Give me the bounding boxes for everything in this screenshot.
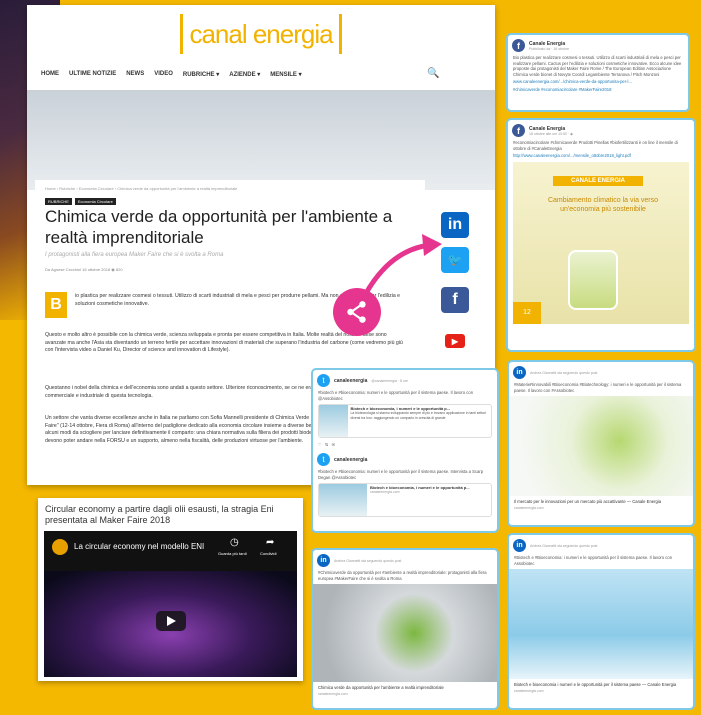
hero-image: [27, 90, 495, 190]
search-icon[interactable]: 🔍: [427, 68, 439, 79]
player-title[interactable]: La circular economy nel modello ENI: [74, 542, 204, 551]
post-caption[interactable]: Biotech e bioeconomia i numeri e le oppo…: [509, 681, 693, 689]
tweet-link-card[interactable]: Biotech e bioeconomia, i numeri e le opp…: [318, 483, 492, 518]
post-text: #MaterieRinnovabili #Bioeconomia #Biotec…: [514, 382, 682, 393]
nav-news[interactable]: NEWS: [126, 71, 144, 78]
post-caption[interactable]: Il mercato per le innovazioni per un mer…: [509, 498, 693, 506]
puzzle-hand-image[interactable]: [509, 396, 693, 497]
post-url: canaleenergia.com: [514, 505, 544, 510]
post-meta: 18 ottobre alle ore 10:50 · ◉: [529, 131, 574, 136]
post-text: #Biotech e #Bioeconomia: i numeri e le o…: [514, 555, 673, 566]
test-tubes-image[interactable]: [509, 569, 693, 680]
clock-icon[interactable]: ◷: [230, 537, 239, 548]
tag-rubriche[interactable]: RUBRICHE: [45, 198, 72, 205]
tweet-actions[interactable]: ♡ ⇅ ✉: [313, 440, 497, 449]
drop-cap: B: [45, 292, 67, 318]
post-author[interactable]: Andrea Giannetti sta seguendo questo pos…: [530, 544, 597, 548]
jar-image: [568, 249, 618, 310]
linkedin-post-3[interactable]: in Andrea Giannetti sta seguendo questo …: [507, 533, 695, 710]
cover-headline: Cambiamento climatico la via verso un'ec…: [547, 196, 659, 213]
logo-text: canal energia: [189, 18, 333, 49]
twitter-icon: t: [317, 374, 330, 387]
post-text: #economiacircolare #chimicaverde Prodott…: [513, 140, 678, 151]
video-embed-card: Circular economy a partire dagli olii es…: [38, 498, 303, 681]
post-url: canaleenergia.com: [514, 688, 544, 693]
cover-banner: CANALE ENERGIA: [553, 175, 643, 186]
nav-latest[interactable]: ULTIME NOTIZIE: [69, 71, 116, 78]
breadcrumb: Home › Rubriche › Economia Circolare › C…: [45, 186, 238, 191]
link-thumbnail: [319, 484, 367, 517]
logo-bar-left: [180, 14, 184, 54]
post-hashtags[interactable]: #chimicaverde #economiacircolare #MakerF…: [508, 86, 688, 94]
tweet-meta: @canaleenergia · 8 ore: [371, 378, 408, 383]
post-text: #Chimicaverde da opportunità per #ambien…: [318, 570, 487, 581]
tweet-author[interactable]: canaleenergia: [334, 378, 367, 384]
share-icon: [347, 301, 366, 323]
play-icon: [166, 616, 176, 626]
main-nav: HOME ULTIME NOTIZIE NEWS VIDEO RUBRICHE …: [41, 71, 302, 78]
linkedin-icon[interactable]: in: [441, 212, 469, 238]
post-author[interactable]: Canale Energia: [529, 41, 569, 47]
twitter-icon[interactable]: 🐦: [441, 247, 469, 273]
nav-rubriche[interactable]: RUBRICHE ▾: [183, 71, 219, 78]
nav-aziende[interactable]: AZIENDE ▾: [229, 71, 260, 78]
article-meta: Da Agnese Cecchini 16 ottobre 2018 ◉ 820: [45, 267, 123, 272]
tag-economia-circolare[interactable]: Economia Circolare: [74, 198, 116, 205]
nav-mensile[interactable]: MENSILE ▾: [270, 71, 301, 78]
tweet-text-2: #biotech e #bioeconomia: numeri e le opp…: [318, 469, 484, 480]
linkedin-icon: in: [317, 554, 330, 567]
facebook-glyph: f: [452, 291, 458, 308]
facebook-post-2[interactable]: f Canale Energia 18 ottobre alle ore 10:…: [506, 118, 696, 352]
nav-home[interactable]: HOME: [41, 71, 59, 78]
site-logo[interactable]: canal energia: [27, 5, 495, 63]
youtube-glyph: ▶: [445, 334, 465, 348]
video-title: Circular economy a partire dagli olii es…: [45, 504, 274, 525]
post-link[interactable]: www.canaleenergia.com/.../chimica-verde-…: [508, 78, 688, 86]
tweet-link-card[interactable]: Biotech e bioeconomia, i numeri e le opp…: [318, 404, 492, 439]
category-tags: RUBRICHE Economia Circolare: [45, 198, 116, 205]
post-author[interactable]: Andrea Giannetti sta seguendo questo pos…: [530, 371, 597, 375]
logo-bar-right: [338, 14, 342, 54]
twitter-feed[interactable]: t canaleenergia @canaleenergia · 8 ore #…: [311, 368, 499, 533]
facebook-icon: f: [512, 39, 525, 52]
channel-avatar[interactable]: [52, 539, 68, 555]
post-link[interactable]: http://www.canaleenergia.com/.../mensile…: [508, 152, 694, 160]
linkedin-post-1[interactable]: in Andrea Giannetti sta seguendo questo …: [507, 360, 695, 527]
linkedin-icon: in: [513, 539, 526, 552]
share-label[interactable]: Condividi: [260, 551, 276, 556]
facebook-icon: f: [512, 124, 525, 137]
share-arrow-icon[interactable]: ➦: [266, 537, 274, 548]
magazine-cover-image[interactable]: CANALE ENERGIA Cambiamento climatico la …: [513, 161, 689, 324]
twitter-icon: t: [317, 453, 330, 467]
tweet-author[interactable]: canaleenergia: [334, 457, 367, 463]
youtube-icon[interactable]: ▶: [441, 328, 469, 354]
post-author[interactable]: Andrea Giannetti sta seguendo questo pos…: [334, 559, 401, 563]
leaf-petri-image[interactable]: [313, 584, 497, 683]
post-meta: Pubblicato da · 16 ottobre: [529, 46, 570, 51]
reaction-count: 12: [513, 301, 541, 324]
play-button[interactable]: [156, 611, 186, 631]
post-caption[interactable]: Chimica verde da opportunità per l'ambie…: [313, 684, 497, 692]
video-player[interactable]: La circular economy nel modello ENI ◷ Gu…: [44, 531, 297, 677]
linkedin-icon: in: [513, 366, 526, 379]
curved-arrow-icon: [362, 234, 442, 297]
share-button[interactable]: [333, 288, 381, 336]
watch-later-label[interactable]: Guarda più tardi: [218, 551, 247, 556]
facebook-icon[interactable]: f: [441, 287, 469, 313]
linkedin-post-2[interactable]: in Andrea Giannetti sta seguendo questo …: [311, 548, 499, 710]
post-url: canaleenergia.com: [318, 691, 348, 696]
tweet-text-1: #biotech e #bioeconomia: numeri e le opp…: [318, 390, 474, 401]
link-thumbnail: [319, 405, 348, 438]
twitter-glyph: 🐦: [447, 253, 463, 267]
link-url: canaleenergia.com: [370, 490, 400, 495]
post-text: Bio plastica per realizzare cosmesi o te…: [513, 55, 682, 77]
nav-video[interactable]: VIDEO: [154, 71, 173, 78]
facebook-post-1[interactable]: f Canale Energia Pubblicato da · 16 otto…: [506, 33, 690, 112]
article-subtitle: I protagonisti alla fiera europea Maker …: [45, 252, 224, 258]
link-desc: La biotecnologia si stanno sviluppando s…: [350, 411, 487, 420]
linkedin-glyph: in: [447, 216, 463, 233]
